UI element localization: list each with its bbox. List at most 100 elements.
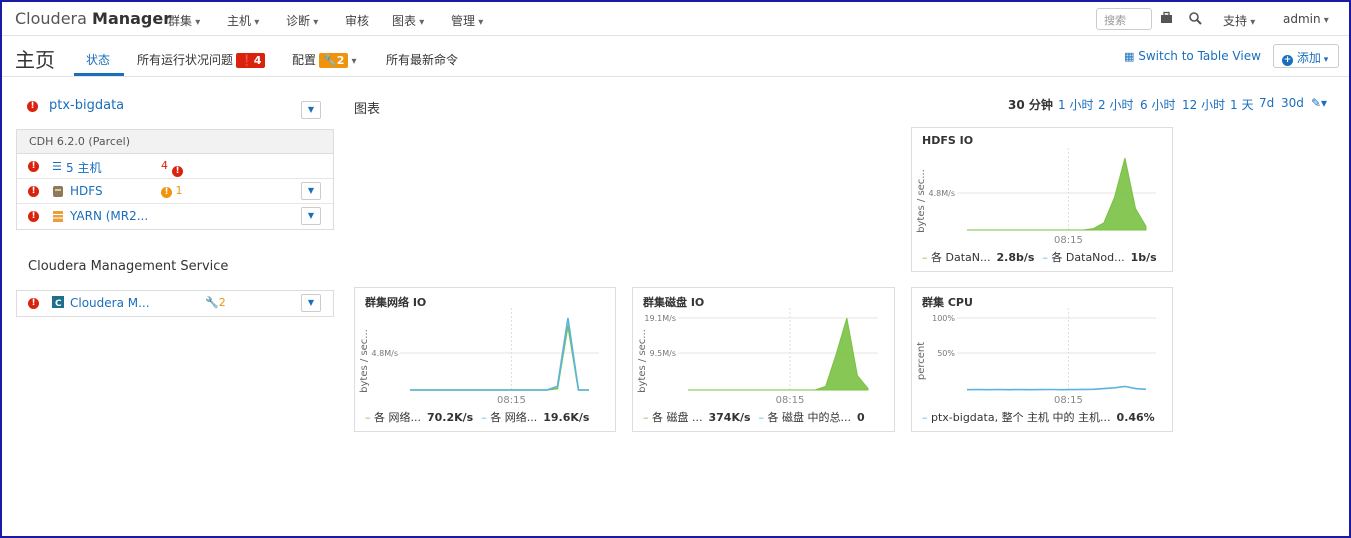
legend-label[interactable]: 各 网络... [490,411,537,424]
cms-config-alert[interactable]: 🔧2 [205,296,226,309]
issues-count: 4 [253,54,262,67]
y-axis-label: percent [916,342,927,380]
chart-card[interactable]: HDFS IO bytes / sec... 4.8M/s 08:15– 各 Data… [911,127,1173,272]
legend-value: 2.8b/s [996,251,1035,264]
cms-panel: ! C Cloudera M... 🔧2 ▼ [16,290,334,317]
search-input[interactable]: 搜索 [1096,8,1152,30]
cms-section-title: Cloudera Management Service [28,259,229,274]
series-area [688,317,869,391]
warning-icon: ! [161,187,172,198]
switch-table-view-link[interactable]: ▦ Switch to Table View [1124,49,1261,63]
briefcase-icon[interactable] [1160,11,1173,28]
brand-logo[interactable]: Cloudera Manager [15,9,171,28]
charts-title: 图表 [354,102,381,117]
y-tick-label: 4.8M/s [372,349,399,358]
service-name-cms[interactable]: Cloudera M... [70,296,150,310]
series-line [966,385,1147,391]
legend-label[interactable]: 各 磁盘 ... [652,411,702,424]
switch-table-view-label: Switch to Table View [1138,49,1261,63]
hdfs-alert[interactable]: ! 1 [161,184,183,198]
svg-text:C: C [55,299,62,308]
error-icon: ! [28,161,39,172]
time-range-option[interactable]: 1 天 [1230,96,1253,113]
time-range-option[interactable]: 1 小时 [1058,96,1093,113]
x-tick-label: 08:15 [497,395,526,406]
hdfs-actions-dropdown[interactable]: ▼ [301,182,321,200]
legend-swatch: – [481,411,491,424]
hosts-alert-count: 4 [161,159,168,172]
table-icon: ▦ [1124,50,1135,63]
cluster-version: CDH 6.2.0 (Parcel) [17,130,333,154]
add-button[interactable]: + 添加 ▾ [1273,44,1339,68]
legend-label[interactable]: 各 DataN... [931,251,990,264]
settings-wrench-icon[interactable] [1188,11,1202,29]
y-tick-label: 19.1M/s [644,314,676,323]
nav-clusters[interactable]: 群集 [168,12,200,29]
nav-user[interactable]: admin [1283,12,1329,26]
tab-recent-commands[interactable]: 所有最新命令 [386,51,458,68]
page-title: 主页 [15,48,55,72]
legend-value: 19.6K/s [543,411,590,424]
chart-card[interactable]: 群集网络 IO bytes / sec... 4.8M/s 08:15– 各 网络..… [354,287,616,432]
time-range-option[interactable]: 12 小时 [1182,96,1225,113]
error-icon: ! [28,298,39,309]
chart-legend: – ptx-bigdata, 整个 主机 中的 主机... 0.46% [922,409,1163,425]
service-row-hosts: ! ☰ 5 主机 ! 4 [17,154,333,179]
tab-status[interactable]: 状态 [86,51,110,68]
hosts-alert[interactable]: ! 4 [161,159,183,177]
tab-health-issues[interactable]: 所有运行状况问题 ❗4 [137,51,266,68]
legend-label[interactable]: 各 DataNod... [1051,251,1124,264]
cloudera-service-icon: C [52,296,64,311]
chart-legend: – 各 网络... 70.2K/s – 各 网络... 19.6K/s [365,409,597,425]
nav-diagnostics[interactable]: 诊断 [286,12,318,29]
time-range-option[interactable]: 30d [1281,96,1304,110]
service-name-hosts[interactable]: 5 主机 [66,159,101,176]
chart-plot: bytes / sec... 4.8M/s 08:15 [916,148,1156,246]
nav-audits[interactable]: 审核 [345,12,369,29]
chart-plot: percent 100% 50% 08:15 [916,308,1156,406]
cluster-name-link[interactable]: ptx-bigdata [49,98,124,113]
chart-card[interactable]: 群集磁盘 IO bytes / sec... 19.1M/s 9.5M/s 08:15–… [632,287,895,432]
error-icon: ! [28,186,39,197]
tab-configuration[interactable]: 配置 🔧2 ▾ [292,51,357,68]
service-name-yarn[interactable]: YARN (MR2... [70,209,148,223]
legend-value: 0.46% [1116,411,1155,424]
x-tick-label: 08:15 [1054,235,1083,246]
time-range-option[interactable]: 6 小时 [1140,96,1175,113]
y-tick-label: 50% [937,349,955,358]
hdfs-alert-count: 1 [175,184,183,197]
y-tick-label: 100% [932,314,955,323]
wrench-icon: 🔧 [205,296,219,309]
brand-bold: Manager [92,9,172,28]
error-icon: ! [27,101,38,112]
service-name-hdfs[interactable]: HDFS [70,184,103,198]
legend-label[interactable]: 各 磁盘 中的总... [768,411,851,424]
chart-legend: – 各 DataN... 2.8b/s – 各 DataNod... 1b/s [922,249,1165,265]
service-row-cms: ! C Cloudera M... 🔧2 ▼ [17,291,333,316]
chart-card[interactable]: 群集 CPU percent 100% 50% 08:15– ptx-bigdata, … [911,287,1173,432]
yarn-actions-dropdown[interactable]: ▼ [301,207,321,225]
edit-pencil-icon[interactable]: ✎▾ [1311,96,1327,110]
nav-support[interactable]: 支持 [1223,12,1255,29]
time-range-option[interactable]: 2 小时 [1098,96,1133,113]
config-count: 2 [336,54,345,67]
tab-health-issues-label: 所有运行状况问题 [137,53,234,67]
y-axis-label: bytes / sec... [637,329,648,393]
time-range-option[interactable]: 30 分钟 [1008,96,1053,113]
legend-swatch: – [758,411,768,424]
legend-swatch: – [643,411,652,424]
legend-value: 374K/s [708,411,751,424]
brand-light: Cloudera [15,9,93,28]
nav-charts[interactable]: 图表 [392,12,424,29]
nav-admin[interactable]: 管理 [451,12,483,29]
y-tick-label: 4.8M/s [929,189,956,198]
legend-swatch: – [365,411,374,424]
legend-label[interactable]: 各 网络... [374,411,421,424]
active-tab-indicator [74,73,124,76]
time-range-option[interactable]: 7d [1259,96,1274,110]
nav-hosts[interactable]: 主机 [227,12,259,29]
cluster-actions-dropdown[interactable]: ▼ [301,101,321,119]
y-tick-label: 9.5M/s [650,349,677,358]
cms-actions-dropdown[interactable]: ▼ [301,294,321,312]
legend-label[interactable]: ptx-bigdata, 整个 主机 中的 主机... [931,411,1111,424]
